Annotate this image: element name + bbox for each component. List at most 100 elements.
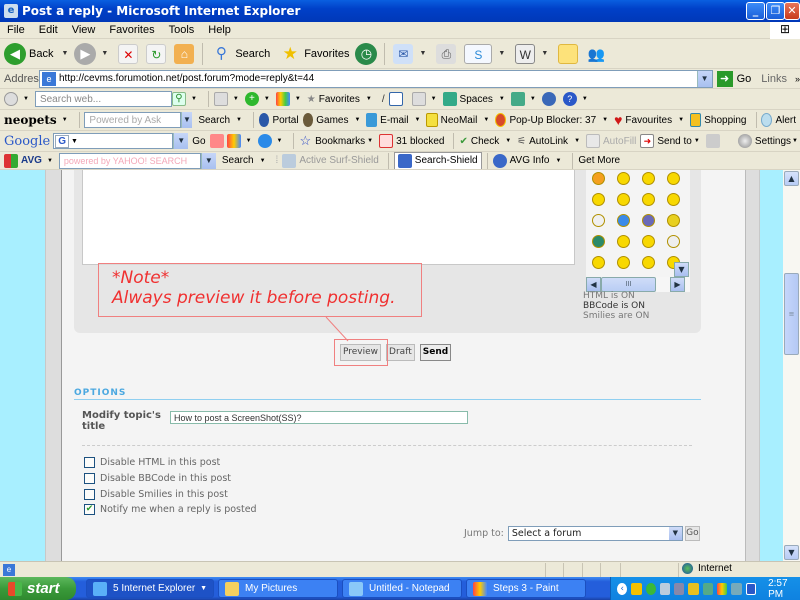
task-internet-explorer[interactable]: 5 Internet Explorer ▼ [86, 579, 214, 598]
check-button[interactable]: Check [471, 136, 499, 147]
sync-icon[interactable] [702, 582, 713, 595]
topic-title-input[interactable] [170, 411, 468, 424]
smilies-hscrollbar[interactable]: ◀ III ▶ [586, 277, 690, 292]
avg-brand[interactable]: AVG [21, 155, 42, 166]
back-arrow-icon[interactable]: ◀ [4, 42, 26, 65]
checkbox[interactable] [84, 489, 95, 500]
word-icon[interactable]: W [515, 43, 536, 64]
popup-blocker-dropdown[interactable]: ▼ [602, 117, 608, 123]
smiley-question[interactable] [592, 193, 617, 214]
home-icon[interactable]: ⌂ [174, 43, 195, 64]
email-dropdown[interactable]: ▼ [415, 117, 421, 123]
avg-search-dropdown[interactable]: ▼ [260, 158, 266, 164]
tools-tray-icon[interactable] [731, 582, 742, 595]
smiley-sick[interactable] [592, 235, 617, 256]
highlighter-icon[interactable] [705, 134, 720, 148]
msn-mail-dropdown[interactable]: ▼ [431, 96, 437, 102]
neopets-search-dropdown[interactable]: ▼ [236, 117, 242, 123]
notes-icon[interactable] [558, 43, 579, 64]
checkbox-checked[interactable]: ✔ [84, 504, 95, 515]
msn-add-dropdown[interactable]: ▼ [264, 96, 270, 102]
smiley-idea[interactable] [617, 193, 642, 214]
menu-file[interactable]: File [0, 24, 32, 36]
autolink-button[interactable]: AutoLink [529, 136, 568, 147]
mail-icon[interactable]: ✉ [393, 43, 414, 64]
forward-dropdown[interactable]: ▼ [101, 50, 108, 57]
checkbox[interactable] [84, 457, 95, 468]
checkbox[interactable] [84, 473, 95, 484]
address-url[interactable]: http://cevms.forumotion.net/post.forum?m… [59, 73, 697, 84]
menu-edit[interactable]: Edit [32, 24, 65, 36]
skype-dropdown[interactable]: ▼ [498, 50, 505, 57]
msn-logo-icon[interactable] [4, 92, 18, 106]
google-search-input[interactable]: G ▼ [53, 133, 174, 149]
bookmarks-button[interactable]: Bookmarks [315, 136, 365, 147]
smiley-cyclops[interactable] [642, 235, 667, 256]
back-dropdown[interactable]: ▼ [61, 50, 68, 57]
favourites-button[interactable]: Favourites [625, 115, 672, 126]
task-my-pictures[interactable]: My Pictures [218, 579, 338, 598]
avg-info-dropdown[interactable]: ▼ [555, 158, 561, 164]
jump-go-button[interactable]: Go [684, 526, 700, 541]
neopets-search-button[interactable]: Search [198, 115, 230, 126]
smiley-geek[interactable] [592, 214, 617, 235]
display-tray-icon[interactable] [745, 582, 757, 595]
word-dropdown[interactable]: ▼ [541, 50, 548, 57]
search-shield-button[interactable]: Search-Shield [393, 152, 482, 169]
network-icon[interactable] [659, 582, 671, 595]
draft-button[interactable]: Draft [386, 344, 415, 361]
task-notepad[interactable]: Untitled - Notepad [342, 579, 462, 598]
refresh-icon[interactable]: ↻ [146, 43, 167, 64]
group-dropdown[interactable]: ▼ [200, 585, 207, 592]
back-button[interactable]: Back [29, 48, 53, 60]
google-go-button[interactable]: Go [192, 136, 205, 147]
msn-search-input[interactable]: Search web... [34, 91, 172, 107]
autolink-dropdown[interactable]: ▼ [574, 138, 580, 144]
google-tool-icon[interactable] [226, 134, 241, 148]
msn-butterfly-icon[interactable] [275, 92, 290, 106]
send-to-button[interactable]: Send to [657, 136, 691, 147]
help-icon[interactable]: ? [562, 92, 577, 106]
minimize-button[interactable]: _ [746, 2, 765, 20]
alert-button[interactable]: Alert [775, 115, 796, 126]
skype-icon[interactable]: S [464, 43, 493, 64]
msn-people-icon[interactable] [510, 92, 525, 106]
start-button[interactable]: start [0, 577, 76, 600]
go-button[interactable]: ➜ Go [716, 70, 751, 87]
menu-help[interactable]: Help [201, 24, 238, 36]
smilies-scroll-left[interactable]: ◀ [586, 277, 601, 292]
favorites-button[interactable]: Favorites [304, 48, 349, 60]
edit-icon[interactable] [388, 92, 403, 106]
smiley-tongue[interactable] [617, 256, 642, 277]
neomail-dropdown[interactable]: ▼ [483, 117, 489, 123]
spaces-dropdown[interactable]: ▼ [499, 96, 505, 102]
message-textarea[interactable] [82, 170, 575, 265]
avg-dropdown[interactable]: ▼ [47, 158, 53, 164]
print-icon[interactable]: ⎙ [436, 43, 457, 64]
jump-to-select[interactable]: Select a forum ▼ [507, 526, 683, 541]
smiley-dizzy[interactable] [617, 235, 642, 256]
google-g-dropdown[interactable]: ▼ [71, 138, 78, 145]
google-talk-dropdown[interactable]: ▼ [277, 138, 283, 144]
mail-dropdown[interactable]: ▼ [419, 50, 426, 57]
chevron-down-icon[interactable]: ▼ [668, 527, 682, 540]
page-scrollbar[interactable]: ▲ ≡ ▼ [783, 170, 800, 561]
smiley-exclaim[interactable] [667, 172, 690, 193]
smiley-star[interactable] [617, 214, 642, 235]
messenger-tray-icon[interactable] [716, 582, 728, 595]
menu-favorites[interactable]: Favorites [102, 24, 161, 36]
msn-favorites-button[interactable]: Favorites [319, 94, 360, 105]
popup-blocker-button[interactable]: Pop-Up Blocker: 37 [509, 115, 596, 126]
favorites-star-icon[interactable]: ★ [280, 44, 300, 64]
menu-view[interactable]: View [65, 24, 103, 36]
smilies-scroll-down[interactable]: ▼ [674, 262, 689, 277]
msn-search-icon[interactable]: ⚲ [171, 92, 186, 106]
warning-icon[interactable] [688, 582, 699, 595]
msn-window-dropdown[interactable]: ▼ [233, 96, 239, 102]
google-talk-icon[interactable] [257, 134, 272, 148]
msn-mail-icon[interactable] [411, 92, 426, 106]
msn-pin-icon[interactable] [541, 92, 556, 106]
help-dropdown[interactable]: ▼ [582, 96, 588, 102]
scroll-down-button[interactable]: ▼ [784, 545, 799, 560]
email-button[interactable]: E-mail [380, 115, 408, 126]
